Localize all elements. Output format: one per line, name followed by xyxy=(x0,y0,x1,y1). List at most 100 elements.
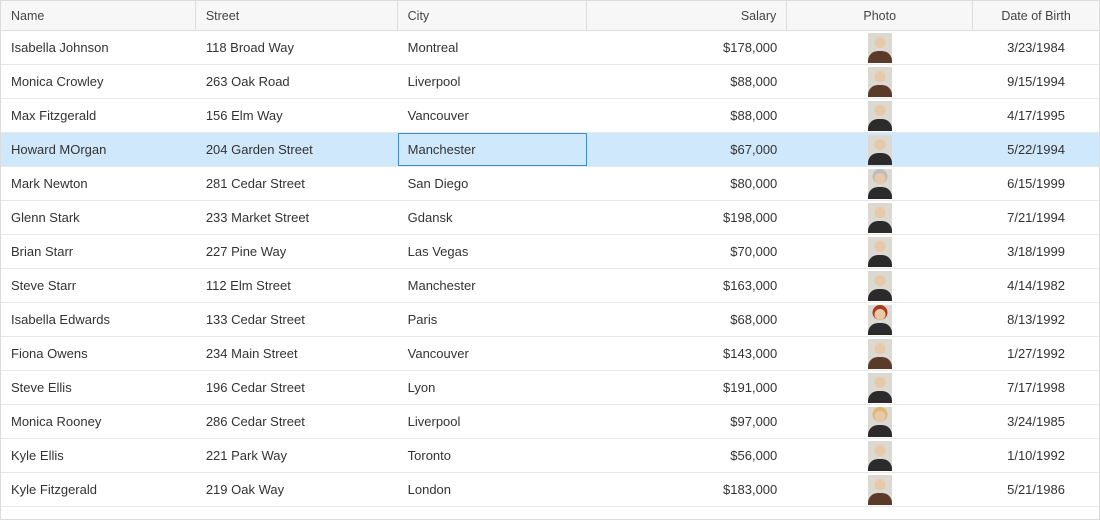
cell-street[interactable]: 233 Market Street xyxy=(196,201,398,234)
cell-dob[interactable]: 5/22/1994 xyxy=(973,133,1099,166)
cell-name[interactable]: Brian Starr xyxy=(1,235,196,268)
data-grid[interactable]: Name Street City Salary Photo Date of Bi… xyxy=(0,0,1100,520)
table-row[interactable]: Mark Newton281 Cedar StreetSan Diego$80,… xyxy=(1,167,1099,201)
table-row[interactable]: Howard MOrgan204 Garden StreetManchester… xyxy=(1,133,1099,167)
cell-photo[interactable] xyxy=(787,31,973,64)
cell-salary[interactable]: $198,000 xyxy=(587,201,787,234)
table-row[interactable]: Isabella Johnson118 Broad WayMontreal$17… xyxy=(1,31,1099,65)
cell-dob[interactable]: 3/24/1985 xyxy=(973,405,1099,438)
cell-city[interactable]: Gdansk xyxy=(398,201,588,234)
cell-salary[interactable]: $88,000 xyxy=(587,65,787,98)
cell-dob[interactable]: 3/18/1999 xyxy=(973,235,1099,268)
cell-salary[interactable]: $183,000 xyxy=(587,473,787,506)
cell-dob[interactable]: 6/15/1999 xyxy=(973,167,1099,200)
cell-city[interactable]: London xyxy=(398,473,588,506)
cell-name[interactable]: Kyle Fitzgerald xyxy=(1,473,196,506)
grid-body[interactable]: Isabella Johnson118 Broad WayMontreal$17… xyxy=(1,31,1099,519)
cell-salary[interactable]: $67,000 xyxy=(587,133,787,166)
cell-city[interactable]: San Diego xyxy=(398,167,588,200)
cell-street[interactable]: 263 Oak Road xyxy=(196,65,398,98)
cell-name[interactable]: Isabella Johnson xyxy=(1,31,196,64)
table-row[interactable]: Steve Starr112 Elm StreetManchester$163,… xyxy=(1,269,1099,303)
cell-dob[interactable]: 3/23/1984 xyxy=(973,31,1099,64)
cell-photo[interactable] xyxy=(787,473,973,506)
table-row[interactable]: Steve Ellis196 Cedar StreetLyon$191,000 7… xyxy=(1,371,1099,405)
cell-dob[interactable]: 7/17/1998 xyxy=(973,371,1099,404)
cell-photo[interactable] xyxy=(787,337,973,370)
cell-photo[interactable] xyxy=(787,133,973,166)
cell-city[interactable]: Manchester xyxy=(398,269,588,302)
cell-salary[interactable]: $163,000 xyxy=(587,269,787,302)
table-row[interactable]: Brian Starr227 Pine WayLas Vegas$70,000 3… xyxy=(1,235,1099,269)
cell-street[interactable]: 156 Elm Way xyxy=(196,99,398,132)
cell-dob[interactable]: 1/10/1992 xyxy=(973,439,1099,472)
cell-photo[interactable] xyxy=(787,269,973,302)
cell-city[interactable]: Liverpool xyxy=(398,65,588,98)
cell-city[interactable]: Paris xyxy=(398,303,588,336)
cell-dob[interactable]: 9/15/1994 xyxy=(973,65,1099,98)
cell-photo[interactable] xyxy=(787,235,973,268)
cell-city[interactable]: Montreal xyxy=(398,31,588,64)
cell-city[interactable]: Manchester xyxy=(398,133,588,166)
table-row[interactable]: Max Fitzgerald156 Elm WayVancouver$88,00… xyxy=(1,99,1099,133)
cell-salary[interactable]: $178,000 xyxy=(587,31,787,64)
cell-photo[interactable] xyxy=(787,201,973,234)
cell-street[interactable]: 227 Pine Way xyxy=(196,235,398,268)
cell-salary[interactable]: $88,000 xyxy=(587,99,787,132)
column-header-street[interactable]: Street xyxy=(196,1,398,30)
cell-salary[interactable]: $143,000 xyxy=(587,337,787,370)
table-row[interactable]: Glenn Stark233 Market StreetGdansk$198,0… xyxy=(1,201,1099,235)
cell-salary[interactable]: $191,000 xyxy=(587,371,787,404)
cell-name[interactable]: Steve Ellis xyxy=(1,371,196,404)
column-header-city[interactable]: City xyxy=(398,1,588,30)
cell-dob[interactable]: 8/13/1992 xyxy=(973,303,1099,336)
cell-street[interactable]: 133 Cedar Street xyxy=(196,303,398,336)
column-header-photo[interactable]: Photo xyxy=(787,1,973,30)
cell-name[interactable]: Glenn Stark xyxy=(1,201,196,234)
cell-salary[interactable]: $68,000 xyxy=(587,303,787,336)
cell-name[interactable]: Monica Crowley xyxy=(1,65,196,98)
cell-salary[interactable]: $70,000 xyxy=(587,235,787,268)
cell-name[interactable]: Mark Newton xyxy=(1,167,196,200)
cell-dob[interactable]: 4/17/1995 xyxy=(973,99,1099,132)
cell-street[interactable]: 204 Garden Street xyxy=(196,133,398,166)
cell-name[interactable]: Isabella Edwards xyxy=(1,303,196,336)
cell-salary[interactable]: $80,000 xyxy=(587,167,787,200)
cell-city[interactable]: Vancouver xyxy=(398,337,588,370)
cell-photo[interactable] xyxy=(787,371,973,404)
cell-city[interactable]: Toronto xyxy=(398,439,588,472)
cell-salary[interactable]: $97,000 xyxy=(587,405,787,438)
cell-street[interactable]: 221 Park Way xyxy=(196,439,398,472)
table-row[interactable]: Isabella Edwards133 Cedar StreetParis$68… xyxy=(1,303,1099,337)
cell-dob[interactable]: 1/27/1992 xyxy=(973,337,1099,370)
cell-street[interactable]: 118 Broad Way xyxy=(196,31,398,64)
table-row[interactable]: Kyle Fitzgerald219 Oak WayLondon$183,000… xyxy=(1,473,1099,507)
cell-name[interactable]: Max Fitzgerald xyxy=(1,99,196,132)
cell-city[interactable]: Vancouver xyxy=(398,99,588,132)
cell-street[interactable]: 286 Cedar Street xyxy=(196,405,398,438)
column-header-dob[interactable]: Date of Birth xyxy=(973,1,1099,30)
table-row[interactable]: Kyle Ellis221 Park WayToronto$56,000 1/10… xyxy=(1,439,1099,473)
cell-street[interactable]: 196 Cedar Street xyxy=(196,371,398,404)
cell-name[interactable]: Fiona Owens xyxy=(1,337,196,370)
cell-name[interactable]: Monica Rooney xyxy=(1,405,196,438)
cell-photo[interactable] xyxy=(787,99,973,132)
cell-city[interactable]: Las Vegas xyxy=(398,235,588,268)
cell-dob[interactable]: 4/14/1982 xyxy=(973,269,1099,302)
cell-name[interactable]: Howard MOrgan xyxy=(1,133,196,166)
cell-salary[interactable]: $56,000 xyxy=(587,439,787,472)
cell-name[interactable]: Steve Starr xyxy=(1,269,196,302)
cell-dob[interactable]: 5/21/1986 xyxy=(973,473,1099,506)
cell-street[interactable]: 219 Oak Way xyxy=(196,473,398,506)
cell-photo[interactable] xyxy=(787,439,973,472)
table-row[interactable]: Fiona Owens234 Main StreetVancouver$143,… xyxy=(1,337,1099,371)
cell-photo[interactable] xyxy=(787,405,973,438)
cell-street[interactable]: 112 Elm Street xyxy=(196,269,398,302)
cell-name[interactable]: Kyle Ellis xyxy=(1,439,196,472)
column-header-name[interactable]: Name xyxy=(1,1,196,30)
table-row[interactable]: Monica Crowley263 Oak RoadLiverpool$88,0… xyxy=(1,65,1099,99)
cell-city[interactable]: Lyon xyxy=(398,371,588,404)
cell-city[interactable]: Liverpool xyxy=(398,405,588,438)
cell-photo[interactable] xyxy=(787,167,973,200)
cell-dob[interactable]: 7/21/1994 xyxy=(973,201,1099,234)
